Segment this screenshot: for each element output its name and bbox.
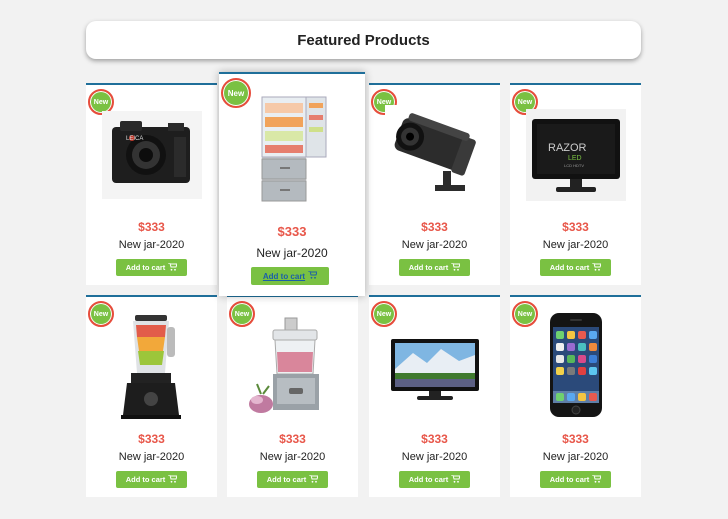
product-name[interactable]: New jar-2020 [227,451,358,463]
product-card[interactable]: New RAZOR LED LCD HDTV $333 New jar-2020… [510,83,641,285]
cart-icon [309,474,319,485]
svg-text:LEICA: LEICA [126,136,143,142]
food-processor-icon[interactable] [243,309,343,424]
add-to-cart-button[interactable]: Add to cart [116,471,187,488]
tv-icon[interactable] [385,309,485,424]
add-to-cart-button[interactable]: Add to cart [399,259,470,276]
add-to-cart-label: Add to cart [549,475,590,484]
product-name[interactable]: New jar-2020 [86,451,217,463]
product-card[interactable]: New $333 New jar-2020 Add to cart [369,83,500,285]
product-price: $333 [562,220,589,234]
refrigerator-icon[interactable] [239,88,344,213]
page-title: Featured Products [297,31,430,49]
add-to-cart-label: Add to cart [408,475,449,484]
tv-brand-sub2: LCD HDTV [564,163,584,168]
cart-icon [308,270,318,281]
cart-icon [592,474,602,485]
product-price: $333 [277,224,307,239]
cart-icon [168,262,178,273]
tv-brand-text: RAZOR [548,142,587,154]
add-to-cart-label: Add to cart [408,263,449,272]
add-to-cart-label: Add to cart [125,475,166,484]
product-price: $333 [562,432,589,446]
product-name[interactable]: New jar-2020 [369,239,500,251]
tv-brand-sub: LED [568,155,582,162]
product-name[interactable]: New jar-2020 [86,239,217,251]
blender-icon[interactable] [102,309,202,424]
product-name[interactable]: New jar-2020 [510,239,641,251]
add-to-cart-label: Add to cart [125,263,166,272]
cart-icon [592,262,602,273]
security-camera-icon[interactable] [385,97,485,212]
product-name[interactable]: New jar-2020 [219,246,365,260]
product-card[interactable]: New $333 New jar-2020 Add to cart [369,295,500,497]
add-to-cart-button[interactable]: Add to cart [540,471,611,488]
product-price: $333 [279,432,306,446]
featured-products-header: Featured Products [86,21,641,59]
add-to-cart-button[interactable]: Add to cart [540,259,611,276]
cart-icon [451,262,461,273]
add-to-cart-label: Add to cart [549,263,590,272]
add-to-cart-button[interactable]: Add to cart [251,267,329,285]
cart-icon [451,474,461,485]
product-card[interactable]: New $333 New jar-2020 Add to cart [510,295,641,497]
camera-icon[interactable]: LEICA [102,97,202,212]
product-price: $333 [421,432,448,446]
product-card[interactable]: New LEICA $333 New jar-2020 Add to cart [86,83,217,285]
product-card[interactable]: New $333 New jar-2020 Add to cart [86,295,217,497]
product-price: $333 [421,220,448,234]
product-card[interactable]: New $333 New jar-2020 Add to cart [227,295,358,497]
product-price: $333 [138,220,165,234]
product-name[interactable]: New jar-2020 [510,451,641,463]
add-to-cart-label: Add to cart [266,475,307,484]
product-name[interactable]: New jar-2020 [369,451,500,463]
smartphone-icon[interactable] [526,309,626,424]
product-card[interactable]: New $333 New jar-2020 Add to cart [219,72,365,296]
add-to-cart-button[interactable]: Add to cart [257,471,328,488]
product-price: $333 [138,432,165,446]
add-to-cart-label: Add to cart [262,271,306,281]
cart-icon [168,474,178,485]
add-to-cart-button[interactable]: Add to cart [399,471,470,488]
add-to-cart-button[interactable]: Add to cart [116,259,187,276]
tv-icon[interactable]: RAZOR LED LCD HDTV [526,97,626,212]
